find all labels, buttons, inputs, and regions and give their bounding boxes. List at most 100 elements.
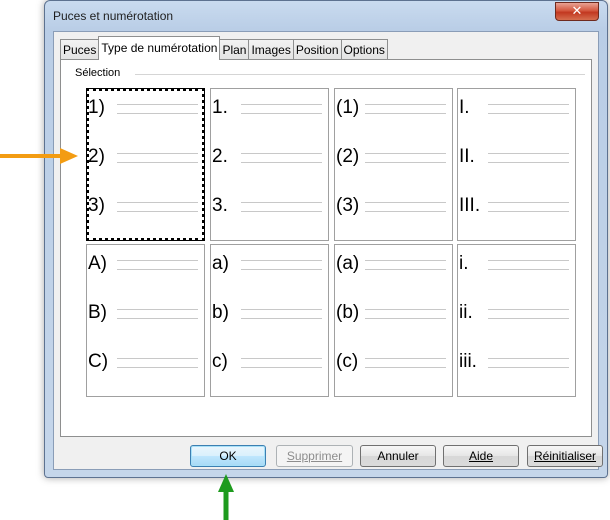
preset-text-rule xyxy=(117,358,198,359)
preset-line: B) xyxy=(87,302,198,324)
preset-number-label: 1) xyxy=(88,97,105,118)
preset-text-rule xyxy=(241,260,322,261)
preset-text-rule xyxy=(117,153,198,154)
title-bar[interactable]: Puces et numérotation ✕ xyxy=(45,1,607,31)
preset-text-rule xyxy=(365,269,446,270)
preset-number-label: (a) xyxy=(336,253,360,274)
preset-line: III. xyxy=(458,195,569,217)
preset-text-rule xyxy=(117,104,198,105)
preset-text-rule xyxy=(241,269,322,270)
preset-text-rule xyxy=(365,309,446,310)
preset-line: II. xyxy=(458,146,569,168)
reinitialiser-label: Réinitialiser xyxy=(533,449,597,463)
preset-number-label: III. xyxy=(459,195,481,216)
preset-number-label: 3. xyxy=(212,195,228,216)
close-button[interactable]: ✕ xyxy=(555,2,599,21)
green-arrow-annotation xyxy=(218,474,234,520)
preset-text-rule xyxy=(241,113,322,114)
preset-text-rule xyxy=(488,358,569,359)
preset-number-label: (3) xyxy=(336,195,360,216)
preset-text-rule xyxy=(365,113,446,114)
preset-number-label: 3) xyxy=(88,195,105,216)
numbering-preset-4[interactable]: I. II. III. xyxy=(457,88,576,241)
preset-number-label: B) xyxy=(88,302,107,323)
preset-number-label: a) xyxy=(212,253,229,274)
preset-text-rule xyxy=(365,153,446,154)
window-title: Puces et numérotation xyxy=(53,9,174,23)
tab-panel: Sélection 1) 2) 3) 1. 2. 3. (1) (2) (3) I. II. III.… xyxy=(60,59,592,437)
tab-puces[interactable]: Puces xyxy=(60,39,100,60)
tab-images[interactable]: Images xyxy=(248,39,294,60)
reinitialiser-button[interactable]: Réinitialiser xyxy=(527,445,603,467)
preset-text-rule xyxy=(241,358,322,359)
preset-text-rule xyxy=(241,162,322,163)
preset-line: A) xyxy=(87,253,198,275)
orange-arrow-annotation xyxy=(0,148,78,164)
preset-line: 1) xyxy=(87,97,198,119)
preset-line: 3. xyxy=(211,195,322,217)
numbering-preset-1[interactable]: 1) 2) 3) xyxy=(86,88,205,241)
preset-text-rule xyxy=(365,202,446,203)
preset-text-rule xyxy=(241,104,322,105)
preset-line: 3) xyxy=(87,195,198,217)
numbering-preset-7[interactable]: (a) (b) (c) xyxy=(334,244,453,397)
numbering-preset-8[interactable]: i. ii. iii. xyxy=(457,244,576,397)
preset-number-label: II. xyxy=(459,146,475,167)
preset-text-rule xyxy=(241,211,322,212)
preset-line: a) xyxy=(211,253,322,275)
dialog-window: Puces et numérotation ✕ Puces Type de nu… xyxy=(44,0,608,478)
numbering-preset-2[interactable]: 1. 2. 3. xyxy=(210,88,329,241)
preset-number-label: I. xyxy=(459,97,470,118)
preset-text-rule xyxy=(488,367,569,368)
numbering-preset-3[interactable]: (1) (2) (3) xyxy=(334,88,453,241)
aide-button[interactable]: Aide xyxy=(443,445,519,467)
preset-line: ii. xyxy=(458,302,569,324)
preset-text-rule xyxy=(117,162,198,163)
preset-line: (1) xyxy=(335,97,446,119)
preset-number-label: c) xyxy=(212,351,228,372)
preset-line: 1. xyxy=(211,97,322,119)
preset-number-label: ii. xyxy=(459,302,473,323)
section-divider xyxy=(135,74,585,75)
preset-text-rule xyxy=(241,367,322,368)
preset-text-rule xyxy=(241,153,322,154)
numbering-preset-5[interactable]: A) B) C) xyxy=(86,244,205,397)
orange-arrow-head xyxy=(60,148,78,164)
preset-number-label: iii. xyxy=(459,351,477,372)
preset-text-rule xyxy=(117,367,198,368)
preset-number-label: (2) xyxy=(336,146,360,167)
preset-number-label: A) xyxy=(88,253,107,274)
preset-number-label: 1. xyxy=(212,97,228,118)
tab-plan[interactable]: Plan xyxy=(219,39,250,60)
preset-line: c) xyxy=(211,351,322,373)
preset-text-rule xyxy=(117,211,198,212)
preset-text-rule xyxy=(117,260,198,261)
preset-number-label: (b) xyxy=(336,302,360,323)
preset-line: i. xyxy=(458,253,569,275)
supprimer-button[interactable]: Supprimer xyxy=(276,445,353,467)
preset-line: (3) xyxy=(335,195,446,217)
preset-number-label: (1) xyxy=(336,97,360,118)
preset-line: (a) xyxy=(335,253,446,275)
preset-text-rule xyxy=(365,260,446,261)
preset-text-rule xyxy=(365,318,446,319)
supprimer-label: Supprimer xyxy=(286,449,343,463)
numbering-preset-6[interactable]: a) b) c) xyxy=(210,244,329,397)
preset-text-rule xyxy=(365,211,446,212)
preset-line: I. xyxy=(458,97,569,119)
tab-position[interactable]: Position xyxy=(292,39,342,60)
preset-line: (c) xyxy=(335,351,446,373)
preset-text-rule xyxy=(117,318,198,319)
preset-text-rule xyxy=(488,269,569,270)
preset-text-rule xyxy=(488,202,569,203)
preset-number-label: i. xyxy=(459,253,469,274)
ok-button[interactable]: OK xyxy=(190,445,266,467)
tab-options[interactable]: Options xyxy=(340,39,388,60)
preset-line: 2) xyxy=(87,146,198,168)
preset-text-rule xyxy=(241,202,322,203)
tab-type-de-numerotation[interactable]: Type de numérotation xyxy=(98,36,221,60)
preset-line: iii. xyxy=(458,351,569,373)
preset-text-rule xyxy=(117,202,198,203)
aide-label: Aide xyxy=(468,449,494,463)
annuler-button[interactable]: Annuler xyxy=(360,445,436,467)
